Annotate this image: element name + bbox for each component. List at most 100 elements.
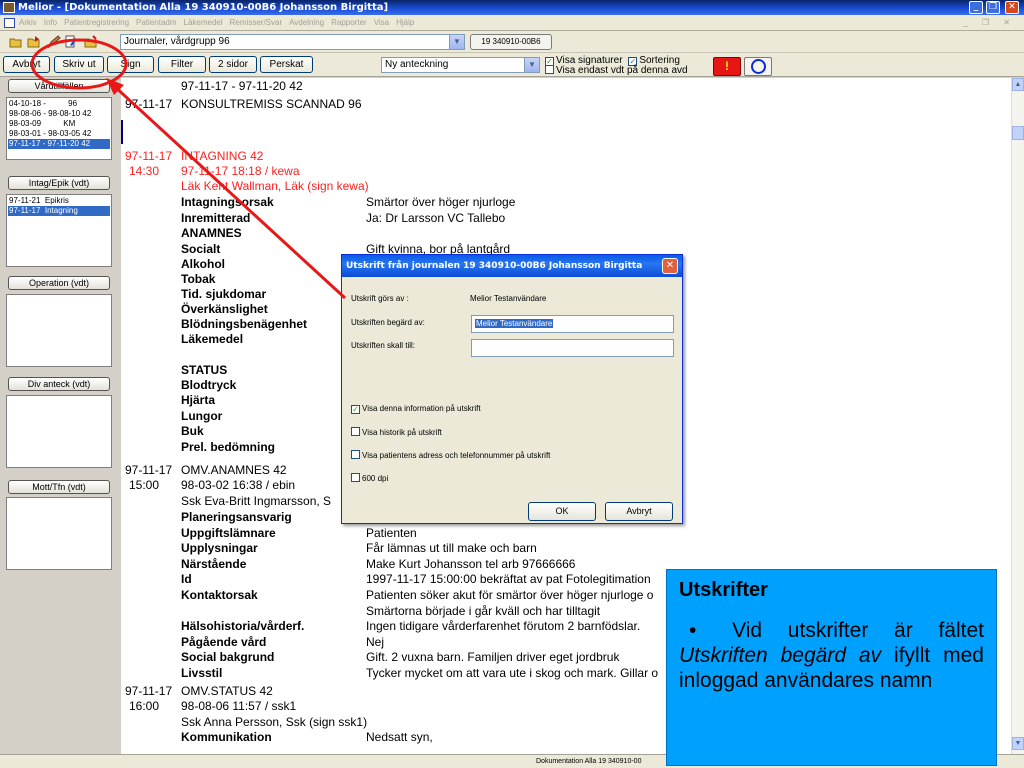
dialog-close-icon[interactable]: ✕ bbox=[662, 258, 678, 274]
visa-historik-checkbox[interactable] bbox=[351, 427, 360, 436]
field-value: Ja: Dr Larsson VC Tallebo bbox=[366, 211, 506, 225]
patient-id-button[interactable]: 19 340910-00B6 bbox=[470, 34, 552, 50]
list-item[interactable]: 98-03-01 - 98-03-05 42 bbox=[8, 129, 110, 139]
vardtillfallen-button[interactable]: Vårdtillfällen bbox=[8, 79, 110, 93]
scroll-down-icon[interactable]: ▼ bbox=[1012, 737, 1024, 750]
perskat-button[interactable]: Perskat bbox=[260, 56, 313, 73]
dpi-label: 600 dpi bbox=[362, 474, 389, 483]
field-label: Intagningsorsak bbox=[181, 195, 274, 209]
list-item[interactable]: 97-11-17 - 97-11-20 42 bbox=[8, 139, 110, 149]
list-item[interactable]: 97-11-17 Intagning bbox=[8, 206, 110, 216]
list-item[interactable]: 98-08-06 - 98-08-10 42 bbox=[8, 109, 110, 119]
operation-button[interactable]: Operation (vdt) bbox=[8, 276, 110, 290]
callout-title: Utskrifter bbox=[679, 579, 768, 601]
field-value: Nedsatt syn, bbox=[366, 730, 433, 744]
entry-time: 16:00 bbox=[129, 699, 160, 713]
open-folder-icon[interactable] bbox=[9, 35, 23, 48]
journal-combo[interactable]: Journaler, vårdgrupp 96 ▼ bbox=[120, 34, 465, 50]
menu-item[interactable]: Rapporter bbox=[331, 18, 367, 27]
minimize-button[interactable]: _ bbox=[969, 1, 983, 14]
list-item[interactable]: 97-11-21 Epikris bbox=[8, 196, 110, 206]
ok-button[interactable]: OK bbox=[528, 502, 596, 521]
dialog-title: Utskrift från journalen 19 340910-00B6 J… bbox=[342, 255, 682, 277]
cursor-marker bbox=[121, 120, 123, 144]
field-label: STATUS bbox=[181, 363, 228, 377]
menu-item[interactable]: Läkemedel bbox=[184, 18, 223, 27]
vardtillfallen-list[interactable]: 04-10-18 - 96 98-08-06 - 98-08-10 42 98-03… bbox=[6, 97, 112, 160]
intag-epik-list[interactable]: 97-11-21 Epikris 97-11-17 Intagning bbox=[6, 194, 112, 267]
menu-item[interactable]: Visa bbox=[374, 18, 389, 27]
app-icon bbox=[3, 2, 15, 13]
field-label: Närstående bbox=[181, 556, 247, 571]
menu-item[interactable]: Info bbox=[44, 18, 57, 27]
div-anteck-list[interactable] bbox=[6, 395, 112, 468]
close-button[interactable]: ✕ bbox=[1005, 1, 1019, 14]
menu-item[interactable]: Remisser/Svar bbox=[230, 18, 282, 27]
print-button[interactable]: Skriv ut bbox=[54, 56, 104, 73]
field-label: Blödningsbenägenhet bbox=[181, 317, 307, 331]
circle-button[interactable] bbox=[744, 57, 772, 76]
intag-epik-button[interactable]: Intag/Epik (vdt) bbox=[8, 176, 110, 190]
dpi-checkbox[interactable] bbox=[351, 473, 360, 482]
mott-tfn-list[interactable] bbox=[6, 497, 112, 570]
field-label: Läkemedel bbox=[181, 332, 244, 346]
operation-list[interactable] bbox=[6, 294, 112, 367]
field-value: Patienten söker akut för smärtor över hö… bbox=[366, 588, 654, 602]
list-item[interactable]: 04-10-18 - 96 bbox=[8, 99, 110, 109]
document-pen-icon[interactable] bbox=[64, 35, 78, 48]
field-value: Får lämnas ut till make och barn bbox=[366, 541, 537, 556]
visa-historik-row: Visa historik på utskrift bbox=[351, 427, 442, 438]
scroll-thumb[interactable] bbox=[1012, 126, 1024, 140]
chevron-down-icon[interactable]: ▼ bbox=[524, 58, 539, 72]
menu-items: Arkiv Info Patientregistrering Patientadm Lä… bbox=[19, 15, 421, 31]
field-label: Planeringsansvarig bbox=[181, 510, 292, 524]
menu-item[interactable]: Hjälp bbox=[396, 18, 414, 27]
mott-tfn-button[interactable]: Mott/Tfn (vdt) bbox=[8, 480, 110, 494]
journal-toolbar: Avbryt Skriv ut Sign Filter 2 sidor Pers… bbox=[0, 53, 1024, 77]
callout-body: • Vid utskrifter är fältet Utskriften be… bbox=[679, 618, 984, 693]
field-label: Upplysningar bbox=[181, 541, 258, 556]
note-type-combo[interactable]: Ny anteckning ▼ bbox=[381, 57, 540, 73]
entry-meta: 98-03-02 16:38 / ebin bbox=[181, 478, 296, 492]
pen-icon[interactable] bbox=[47, 35, 61, 48]
begard-av-field[interactable]: Melior Testanvändare bbox=[471, 315, 674, 333]
visa-adress-checkbox[interactable] bbox=[351, 450, 360, 459]
list-item[interactable]: 98-03-09 KM bbox=[8, 119, 110, 129]
visa-endast-label: Visa endast vdt på denna avd bbox=[556, 65, 688, 76]
visa-endast-row: Visa endast vdt på denna avd bbox=[545, 65, 688, 76]
scroll-up-icon[interactable]: ▲ bbox=[1012, 78, 1024, 91]
visa-info-checkbox[interactable]: ✓ bbox=[351, 405, 360, 414]
entry-time: 14:30 bbox=[129, 164, 160, 178]
alert-button[interactable]: ! bbox=[713, 57, 741, 76]
visa-endast-checkbox[interactable] bbox=[545, 65, 554, 74]
menu-item[interactable]: Patientregistrering bbox=[64, 18, 129, 27]
cancel-button[interactable]: Avbryt bbox=[605, 502, 673, 521]
callout-box: Utskrifter • Vid utskrifter är fältet Ut… bbox=[666, 569, 997, 766]
menu-item[interactable]: Patientadm bbox=[136, 18, 176, 27]
vertical-scrollbar[interactable]: ▲ ▼ bbox=[1011, 78, 1024, 754]
filter-button[interactable]: Filter bbox=[158, 56, 206, 73]
entry-title: KONSULTREMISS SCANNAD 96 bbox=[181, 97, 362, 111]
menu-item[interactable]: Arkiv bbox=[19, 18, 37, 27]
two-pages-button[interactable]: 2 sidor bbox=[209, 56, 257, 73]
mdi-controls[interactable]: _ ❐ ✕ bbox=[963, 15, 1016, 31]
note-type-value: Ny anteckning bbox=[385, 59, 449, 70]
field-label: Blodtryck bbox=[181, 378, 237, 392]
avbryt-button[interactable]: Avbryt bbox=[3, 56, 50, 73]
folder-icon[interactable] bbox=[84, 35, 98, 48]
menu-item[interactable]: Avdelning bbox=[289, 18, 324, 27]
visa-info-row: ✓ Visa denna information på utskrift bbox=[351, 404, 481, 414]
field-label: Kommunikation bbox=[181, 730, 272, 744]
field-value: Ingen tidigare vårderfarenhet förutom 2 … bbox=[366, 619, 641, 634]
chevron-down-icon[interactable]: ▼ bbox=[449, 35, 464, 49]
entry-date: 97-11-17 bbox=[125, 684, 173, 698]
sign-button[interactable]: Sign bbox=[107, 56, 154, 73]
maximize-button[interactable]: ❐ bbox=[986, 1, 1000, 14]
skall-till-field[interactable] bbox=[471, 339, 674, 357]
div-anteck-button[interactable]: Div anteck (vdt) bbox=[8, 377, 110, 391]
field-label: Lungor bbox=[181, 409, 223, 423]
circle-icon bbox=[751, 59, 766, 74]
entry-time: 15:00 bbox=[129, 478, 160, 492]
entry-title: OMV.STATUS 42 bbox=[181, 684, 273, 698]
folder-arrow-icon[interactable] bbox=[27, 35, 41, 48]
